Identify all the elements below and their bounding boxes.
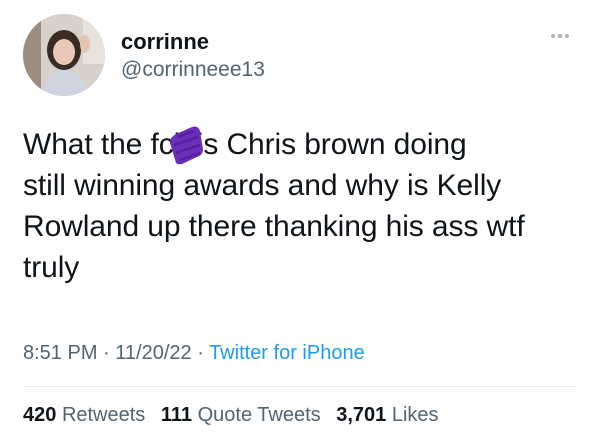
tweet-line-3: Rowland up there thanking his ass wtf bbox=[23, 210, 525, 243]
author-handle[interactable]: @corrinneee13 bbox=[121, 58, 265, 82]
tweet-time[interactable]: 8:51 PM bbox=[23, 342, 97, 364]
censor-scribble-icon bbox=[169, 126, 203, 165]
tweet-line-4: truly bbox=[23, 251, 80, 284]
tweet-stats: 420 Retweets 111 Quote Tweets 3,701 Like… bbox=[23, 402, 449, 428]
divider bbox=[23, 386, 577, 387]
quote-tweets-stat[interactable]: 111 Quote Tweets bbox=[161, 404, 321, 426]
tweet-source-link[interactable]: Twitter for iPhone bbox=[209, 342, 365, 364]
censored-word: ck bbox=[159, 124, 203, 165]
tweet-text: What the f ck is Chris brown doing still… bbox=[23, 124, 578, 288]
author-name[interactable]: corrinne bbox=[121, 30, 209, 54]
more-options-button[interactable] bbox=[545, 26, 575, 46]
tweet-date[interactable]: 11/20/22 bbox=[115, 342, 191, 364]
tweet-line-1: What the f ck is Chris brown doing bbox=[23, 124, 578, 165]
retweets-stat[interactable]: 420 Retweets bbox=[23, 404, 145, 426]
tweet-meta: 8:51 PM · 11/20/22 · Twitter for iPhone bbox=[23, 342, 365, 364]
tweet-line-2: still winning awards and why is Kelly bbox=[23, 169, 502, 202]
tweet-card: corrinne @corrinneee13 What the f ck is … bbox=[0, 0, 595, 441]
likes-stat[interactable]: 3,701 Likes bbox=[336, 404, 438, 426]
avatar[interactable] bbox=[23, 14, 105, 96]
more-dots-icon bbox=[551, 34, 555, 38]
